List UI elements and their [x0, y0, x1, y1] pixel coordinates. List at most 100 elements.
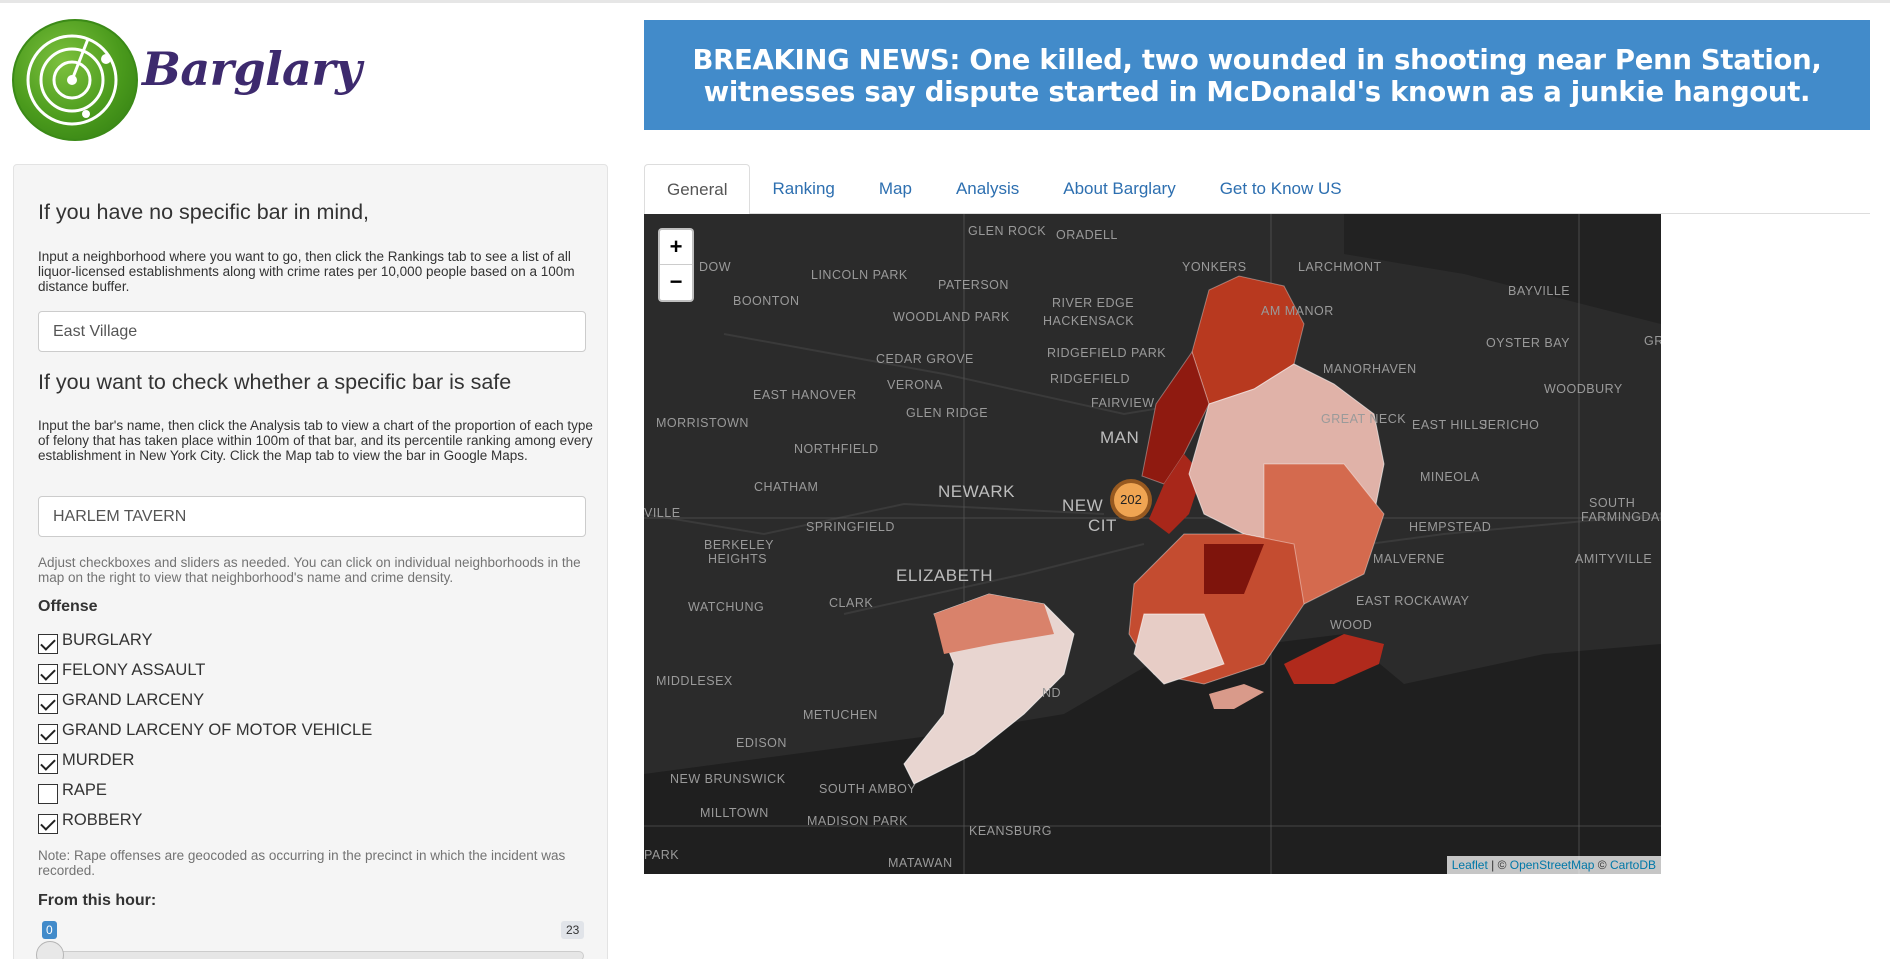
map-place-label: MADISON PARK: [807, 814, 908, 828]
map-place-label: VILLE: [644, 506, 681, 520]
checkbox[interactable]: [38, 754, 58, 774]
map-place-label: EAST HANOVER: [753, 388, 857, 402]
checkbox[interactable]: [38, 694, 58, 714]
cluster-count: 202: [1114, 483, 1148, 517]
map-place-label: GLEN ROCK: [968, 224, 1047, 238]
offense-checkbox-felony-assault[interactable]: FELONY ASSAULT: [38, 658, 206, 684]
map-place-label: NEW BRUNSWICK: [670, 772, 786, 786]
bar-help-text: Input the bar's name, then click the Ana…: [38, 418, 593, 463]
offense-checkbox-robbery[interactable]: ROBBERY: [38, 808, 143, 834]
map-place-label: OYSTER BAY: [1486, 336, 1570, 350]
crime-density-map[interactable]: GLEN ROCK ORADELL YONKERS LARCHMONT BAYV…: [644, 214, 1661, 874]
zoom-out-button[interactable]: −: [660, 265, 692, 300]
map-place-label: HEMPSTEAD: [1409, 520, 1492, 534]
banner-line-1: BREAKING NEWS: One killed, two wounded i…: [692, 44, 1822, 76]
map-place-label: EAST HILLS: [1412, 418, 1488, 432]
checkbox-label: ROBBERY: [62, 810, 143, 829]
attribution-separator: | ©: [1487, 858, 1510, 872]
checkbox[interactable]: [38, 664, 58, 684]
specific-bar-heading: If you want to check whether a specific …: [38, 370, 512, 394]
top-border: [0, 0, 1890, 3]
checkbox[interactable]: [38, 634, 58, 654]
adjust-note: Adjust checkboxes and sliders as needed.…: [38, 555, 581, 585]
offense-checkbox-burglary[interactable]: BURGLARY: [38, 628, 152, 654]
leaflet-link[interactable]: Leaflet: [1452, 858, 1488, 872]
map-place-label: GREAT NECK: [1321, 412, 1407, 426]
neighborhood-input[interactable]: [38, 311, 586, 352]
map-place-label: EAST ROCKAWAY: [1356, 594, 1470, 608]
offense-checkbox-grand-larceny[interactable]: GRAND LARCENY: [38, 688, 205, 714]
zoom-in-button[interactable]: +: [660, 230, 692, 265]
openstreetmap-link[interactable]: OpenStreetMap: [1510, 858, 1595, 872]
rape-note: Note: Rape offenses are geocoded as occu…: [38, 848, 566, 878]
tab-get-to-know-us[interactable]: Get to Know US: [1198, 164, 1364, 214]
tab-analysis[interactable]: Analysis: [934, 164, 1041, 214]
offense-checkbox-grand-larceny-motor-vehicle[interactable]: GRAND LARCENY OF MOTOR VEHICLE: [38, 718, 372, 744]
map-place-label: PARK: [644, 848, 680, 862]
map-base-layer: [644, 214, 1661, 874]
map-place-label: MIDDLESEX: [656, 674, 733, 688]
map-place-label: EDISON: [736, 736, 787, 750]
map-place-label: RIDGEFIELD: [1050, 372, 1131, 386]
tab-general[interactable]: General: [644, 164, 751, 215]
neighborhood-help-text: Input a neighborhood where you want to g…: [38, 249, 575, 294]
brand-name: Barglary: [142, 42, 362, 96]
sidebar-panel: If you have no specific bar in mind, Inp…: [13, 164, 608, 959]
map-place-label: WOODLAND PARK: [893, 310, 1010, 324]
no-bar-heading: If you have no specific bar in mind,: [38, 200, 370, 224]
map-place-label: MAN: [1100, 428, 1140, 447]
map-place-label: WATCHUNG: [688, 600, 765, 614]
map-place-label: BERKELEY: [704, 538, 775, 552]
map-attribution: Leaflet | © OpenStreetMap © CartoDB: [1446, 856, 1661, 874]
map-place-label: FARMINGDALE: [1581, 510, 1661, 524]
main-tabs: General Ranking Map Analysis About Bargl…: [644, 164, 1870, 215]
map-place-label: WOODBURY: [1544, 382, 1623, 396]
hour-slider-min-label: 0: [42, 921, 57, 939]
tab-ranking[interactable]: Ranking: [750, 164, 856, 214]
map-place-label: SOUTH AMBOY: [819, 782, 917, 796]
hour-label: From this hour:: [38, 892, 157, 909]
offense-checkbox-murder[interactable]: MURDER: [38, 748, 134, 774]
map-place-label: AMITYVILLE: [1575, 552, 1653, 566]
map-place-label: DOW: [699, 260, 732, 274]
checkbox[interactable]: [38, 724, 58, 744]
checkbox[interactable]: [38, 814, 58, 834]
map-place-label: RIVER EDGE: [1052, 296, 1135, 310]
checkbox-label: FELONY ASSAULT: [62, 660, 206, 679]
hour-slider-track[interactable]: [40, 951, 584, 959]
hour-slider-max-label: 23: [561, 921, 585, 939]
map-place-label: LINCOLN PARK: [811, 268, 908, 282]
map-place-label: MALVERNE: [1373, 552, 1445, 566]
map-place-label: CIT: [1088, 516, 1117, 535]
bar-name-input[interactable]: [38, 496, 586, 537]
map-place-label: LARCHMONT: [1298, 260, 1382, 274]
zoom-control: + −: [658, 228, 694, 302]
map-place-label: GRE: [1644, 334, 1661, 348]
checkbox-label: GRAND LARCENY: [62, 690, 205, 709]
attribution-separator: ©: [1594, 858, 1610, 872]
map-place-label: ELIZABETH: [896, 566, 994, 585]
map-place-label: NEWARK: [938, 482, 1015, 501]
checkbox[interactable]: [38, 784, 58, 804]
map-place-label: WOOD: [1330, 618, 1373, 632]
map-place-label: MORRISTOWN: [656, 416, 749, 430]
map-place-label: JERICHO: [1481, 418, 1540, 432]
tab-about-barglary[interactable]: About Barglary: [1041, 164, 1197, 214]
map-place-label: MATAWAN: [888, 856, 953, 870]
map-place-label: SOUTH: [1589, 496, 1636, 510]
checkbox-label: RAPE: [62, 780, 107, 799]
map-place-label: NORTHFIELD: [794, 442, 879, 456]
tab-map[interactable]: Map: [857, 164, 934, 214]
banner-line-2: witnesses say dispute started in McDonal…: [703, 76, 1811, 108]
offense-checkbox-rape[interactable]: RAPE: [38, 778, 107, 804]
map-place-label: BAYVILLE: [1508, 284, 1571, 298]
map-place-label: KEANSBURG: [969, 824, 1052, 838]
cartodb-link[interactable]: CartoDB: [1610, 858, 1656, 872]
marker-cluster[interactable]: 202: [1110, 479, 1152, 521]
map-place-label: YONKERS: [1182, 260, 1247, 274]
map-place-label: ND: [1042, 686, 1062, 700]
map-place-label: VERONA: [887, 378, 943, 392]
map-place-label: FAIRVIEW: [1091, 396, 1155, 410]
map-place-label: CHATHAM: [754, 480, 819, 494]
breaking-news-banner: BREAKING NEWS: One killed, two wounded i…: [644, 20, 1870, 130]
